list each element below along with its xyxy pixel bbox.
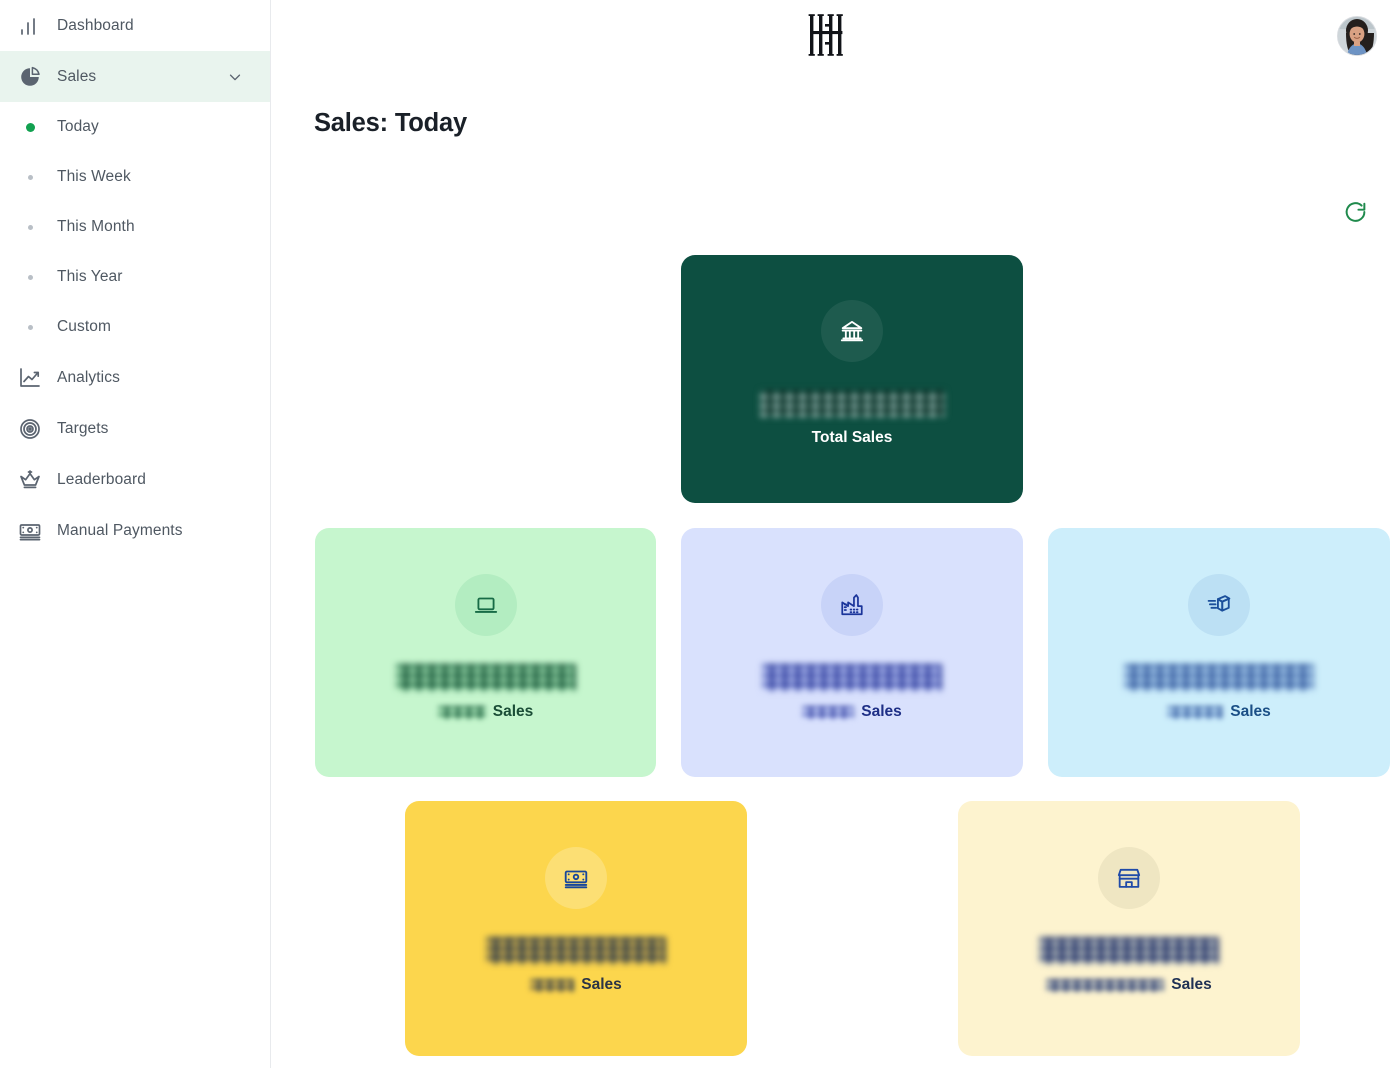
app-root: Dashboard Sales Today This Week This Mon… [0, 0, 1400, 1068]
storefront-icon [1117, 868, 1141, 888]
refresh-icon [1345, 201, 1365, 222]
page-title: Sales: Today [314, 109, 468, 137]
logo-glyph [808, 14, 843, 56]
redacted-value [762, 664, 942, 691]
sidebar-subitem-label: Custom [57, 318, 112, 335]
card-label: Sales [581, 976, 622, 993]
redacted-value [1124, 664, 1314, 691]
card-caption: Sales [802, 703, 902, 721]
card-web-sales[interactable]: Sales [315, 528, 656, 777]
card-shipping-sales[interactable]: Sales [1048, 528, 1390, 777]
redacted-value [1039, 937, 1219, 964]
card-caption: Sales [1167, 703, 1271, 721]
top-bar [271, 0, 1400, 70]
card-icon-badge [545, 847, 607, 909]
sidebar-subitem-this-week[interactable]: This Week [0, 152, 270, 202]
laptop-icon [474, 597, 497, 613]
sidebar-item-manual-payments[interactable]: Manual Payments [0, 505, 270, 556]
card-label: Sales [1230, 703, 1271, 720]
redacted-label-prefix [530, 978, 575, 992]
banknote-icon [564, 870, 588, 889]
bar-chart-icon [18, 14, 42, 38]
card-label: Sales [1171, 976, 1212, 993]
bar-chart-icon [21, 17, 35, 35]
card-caption: Sales [1046, 976, 1212, 994]
sidebar-subitem-label: Today [57, 118, 99, 135]
hih-wordmark-logo[interactable] [805, 12, 847, 58]
sidebar-subitem-label: This Month [57, 218, 135, 235]
card-label: Sales [492, 703, 534, 720]
line-chart-icon [18, 366, 42, 390]
line-chart-icon [20, 367, 40, 387]
main-content: Sales: Today Total Sales Sales Sales Sal… [271, 0, 1400, 1068]
sidebar-item-leaderboard[interactable]: Leaderboard [0, 454, 270, 505]
crown-icon [18, 468, 42, 492]
card-total-sales[interactable]: Total Sales [681, 255, 1023, 503]
sidebar-subitem-custom[interactable]: Custom [0, 302, 270, 352]
chevron-down-icon[interactable] [226, 68, 244, 86]
bullet-dot-icon [18, 215, 42, 239]
card-icon-badge [454, 574, 517, 636]
card-caption: Sales [530, 976, 622, 994]
bullet-dot-icon [18, 165, 42, 189]
bank-icon [840, 320, 864, 342]
target-icon [20, 418, 40, 439]
sidebar-item-label: Manual Payments [57, 521, 183, 539]
bullet-dot-icon [18, 315, 42, 339]
sidebar-subitem-label: This Week [57, 168, 131, 185]
redacted-value [395, 664, 576, 691]
pie-chart-icon [18, 65, 42, 89]
sidebar-item-label: Sales [57, 67, 97, 85]
card-icon-badge [821, 300, 883, 362]
card-icon-badge [1188, 574, 1250, 636]
sidebar-item-label: Targets [57, 419, 109, 437]
redacted-label-prefix [1167, 705, 1224, 719]
card-caption: Total Sales [812, 429, 893, 447]
sidebar-item-targets[interactable]: Targets [0, 403, 270, 454]
banknote-icon [19, 523, 41, 540]
sidebar-item-label: Dashboard [57, 16, 134, 34]
shipping-box-icon [1207, 595, 1231, 612]
crown-icon [20, 469, 40, 488]
sidebar-subitem-this-year[interactable]: This Year [0, 252, 270, 302]
sidebar-item-dashboard[interactable]: Dashboard [0, 0, 270, 51]
sidebar: Dashboard Sales Today This Week This Mon… [0, 0, 271, 1068]
redacted-label-prefix [1046, 978, 1165, 992]
card-label: Total Sales [811, 429, 893, 446]
card-icon-badge [1098, 847, 1160, 909]
card-icon-badge [821, 574, 883, 636]
user-avatar[interactable] [1337, 16, 1377, 56]
target-icon [18, 417, 42, 441]
sidebar-subitem-this-month[interactable]: This Month [0, 202, 270, 252]
avatar-photo [1338, 17, 1376, 55]
sidebar-item-label: Leaderboard [57, 470, 147, 488]
active-dot-icon [18, 115, 42, 139]
banknote-icon [18, 519, 42, 543]
card-store-sales[interactable]: Sales [958, 801, 1300, 1056]
pie-chart-icon [21, 66, 40, 86]
chevron-down-icon [229, 73, 241, 80]
sidebar-subitem-today[interactable]: Today [0, 102, 270, 152]
redacted-value [486, 937, 666, 964]
sidebar-item-analytics[interactable]: Analytics [0, 352, 270, 403]
card-caption: Sales [437, 703, 534, 721]
card-cash-sales[interactable]: Sales [405, 801, 747, 1056]
sidebar-subitem-label: This Year [57, 268, 123, 285]
redacted-label-prefix [437, 705, 486, 719]
sidebar-item-sales[interactable]: Sales [0, 51, 270, 102]
card-label: Sales [861, 703, 902, 720]
refresh-button[interactable] [1335, 192, 1375, 232]
card-factory-sales[interactable]: Sales [681, 528, 1023, 777]
redacted-label-prefix [802, 705, 855, 719]
redacted-value [759, 390, 945, 417]
factory-icon [841, 594, 863, 616]
sidebar-item-label: Analytics [57, 368, 120, 386]
bullet-dot-icon [18, 265, 42, 289]
